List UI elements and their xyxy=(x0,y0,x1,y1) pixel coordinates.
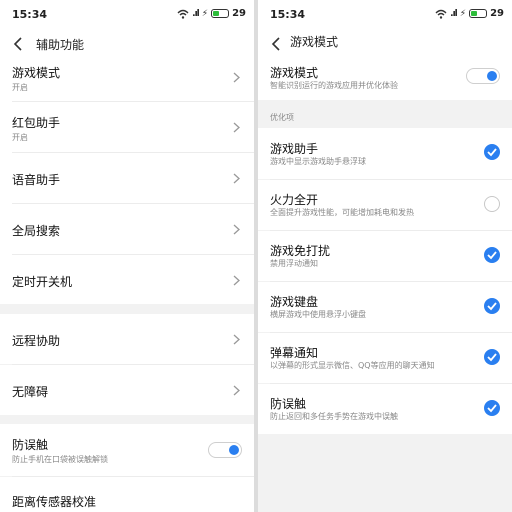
game-mode-toggle[interactable] xyxy=(466,68,500,84)
item-subtitle: 以弹幕的形式显示微信、QQ等应用的聊天通知 xyxy=(270,361,435,370)
chevron-right-icon xyxy=(233,275,240,286)
back-arrow-icon[interactable] xyxy=(12,36,26,52)
option-game-assistant[interactable]: 游戏助手 游戏中显示游戏助手悬浮球 xyxy=(258,128,512,179)
item-title: 全局搜索 xyxy=(12,224,61,238)
chevron-right-icon xyxy=(233,224,240,235)
check-circle-icon[interactable] xyxy=(484,298,500,314)
item-subtitle: 开启 xyxy=(12,133,28,142)
status-icons: .ıl ⚡ 29 xyxy=(177,8,246,19)
global-search-item[interactable]: 全局搜索 xyxy=(0,204,254,254)
item-title: 防误触 xyxy=(270,397,307,411)
option-game-keyboard[interactable]: 游戏键盘 横屏游戏中使用悬浮小键盘 xyxy=(258,282,512,332)
item-title: 防误触 xyxy=(12,438,49,452)
proximity-calibration-item[interactable]: 距离传感器校准 xyxy=(0,477,254,512)
anti-mistouch-toggle[interactable] xyxy=(208,442,242,458)
voice-assistant-item[interactable]: 语音助手 xyxy=(0,153,254,203)
charging-icon: ⚡ xyxy=(459,8,467,19)
item-subtitle: 开启 xyxy=(12,83,28,92)
chevron-right-icon xyxy=(233,72,240,83)
toggle-knob xyxy=(229,445,239,455)
item-title: 语音助手 xyxy=(12,173,61,187)
item-title: 定时开关机 xyxy=(12,275,73,289)
battery-icon xyxy=(469,9,488,18)
option-danmaku-notification[interactable]: 弹幕通知 以弹幕的形式显示微信、QQ等应用的聊天通知 xyxy=(258,333,512,383)
item-title: 游戏模式 xyxy=(12,66,61,80)
item-subtitle: 禁用浮动通知 xyxy=(270,259,318,268)
page-title: 辅助功能 xyxy=(36,38,85,52)
game-mode-master-item: 游戏模式 智能识别运行的游戏应用并优化体验 xyxy=(258,56,512,100)
check-circle-icon[interactable] xyxy=(484,247,500,263)
chevron-right-icon xyxy=(233,122,240,133)
accessibility-item[interactable]: 无障碍 xyxy=(0,365,254,415)
signal-icon: .ıl xyxy=(450,8,458,19)
back-arrow-icon[interactable] xyxy=(270,36,284,52)
option-anti-mistouch[interactable]: 防误触 防止返回和多任务手势在游戏中误触 xyxy=(258,384,512,434)
item-subtitle: 智能识别运行的游戏应用并优化体验 xyxy=(270,81,398,90)
item-title: 游戏模式 xyxy=(270,66,319,80)
item-title: 弹幕通知 xyxy=(270,346,319,360)
status-bar: 15:34 .ıl ⚡ 29 xyxy=(0,0,254,28)
option-full-power[interactable]: 火力全开 全面提升游戏性能，可能增加耗电和发热 xyxy=(258,180,512,230)
charging-icon: ⚡ xyxy=(201,8,209,19)
item-subtitle: 防止返回和多任务手势在游戏中误触 xyxy=(270,412,398,421)
status-time: 15:34 xyxy=(12,8,48,21)
check-circle-icon[interactable] xyxy=(484,349,500,365)
item-title: 火力全开 xyxy=(270,193,319,207)
remote-assist-item[interactable]: 远程协助 xyxy=(0,314,254,364)
red-packet-assistant-item[interactable]: 红包助手 开启 xyxy=(0,102,254,152)
item-title: 红包助手 xyxy=(12,116,61,130)
game-mode-item[interactable]: 游戏模式 开启 xyxy=(0,52,254,102)
item-title: 游戏助手 xyxy=(270,142,319,156)
right-screen: 15:34 .ıl ⚡ 29 游戏模式 游戏模式 智能识别运行的游戏应用并优化体… xyxy=(258,0,512,512)
chevron-right-icon xyxy=(233,334,240,345)
chevron-right-icon xyxy=(233,173,240,184)
item-subtitle: 全面提升游戏性能，可能增加耗电和发热 xyxy=(270,208,414,217)
unchecked-circle-icon[interactable] xyxy=(484,196,500,212)
battery-level: 29 xyxy=(490,8,504,19)
toggle-knob xyxy=(487,71,497,81)
check-circle-icon[interactable] xyxy=(484,400,500,416)
item-title: 无障碍 xyxy=(12,385,49,399)
wifi-icon xyxy=(177,9,189,19)
scheduled-power-item[interactable]: 定时开关机 xyxy=(0,255,254,304)
signal-icon: .ıl xyxy=(192,8,200,19)
battery-level: 29 xyxy=(232,8,246,19)
status-icons: .ıl ⚡ 29 xyxy=(435,8,504,19)
battery-icon xyxy=(211,9,230,18)
status-time: 15:34 xyxy=(270,8,306,21)
option-do-not-disturb[interactable]: 游戏免打扰 禁用浮动通知 xyxy=(258,231,512,281)
anti-mistouch-item: 防误触 防止手机在口袋被误触解锁 xyxy=(0,424,254,476)
item-subtitle: 游戏中显示游戏助手悬浮球 xyxy=(270,157,366,166)
status-bar: 15:34 .ıl ⚡ 29 xyxy=(258,0,512,28)
chevron-right-icon xyxy=(233,385,240,396)
wifi-icon xyxy=(435,9,447,19)
item-title: 远程协助 xyxy=(12,334,61,348)
section-label: 优化项 xyxy=(270,113,294,122)
item-subtitle: 横屏游戏中使用悬浮小键盘 xyxy=(270,310,366,319)
item-title: 游戏免打扰 xyxy=(270,244,331,258)
item-title: 距离传感器校准 xyxy=(12,495,97,509)
check-circle-icon[interactable] xyxy=(484,144,500,160)
item-subtitle: 防止手机在口袋被误触解锁 xyxy=(12,455,108,464)
left-screen: 15:34 .ıl ⚡ 29 辅助功能 游戏模式 开启 红包助手 开启 语音助手… xyxy=(0,0,254,512)
page-title: 游戏模式 xyxy=(290,35,339,49)
item-title: 游戏键盘 xyxy=(270,295,319,309)
